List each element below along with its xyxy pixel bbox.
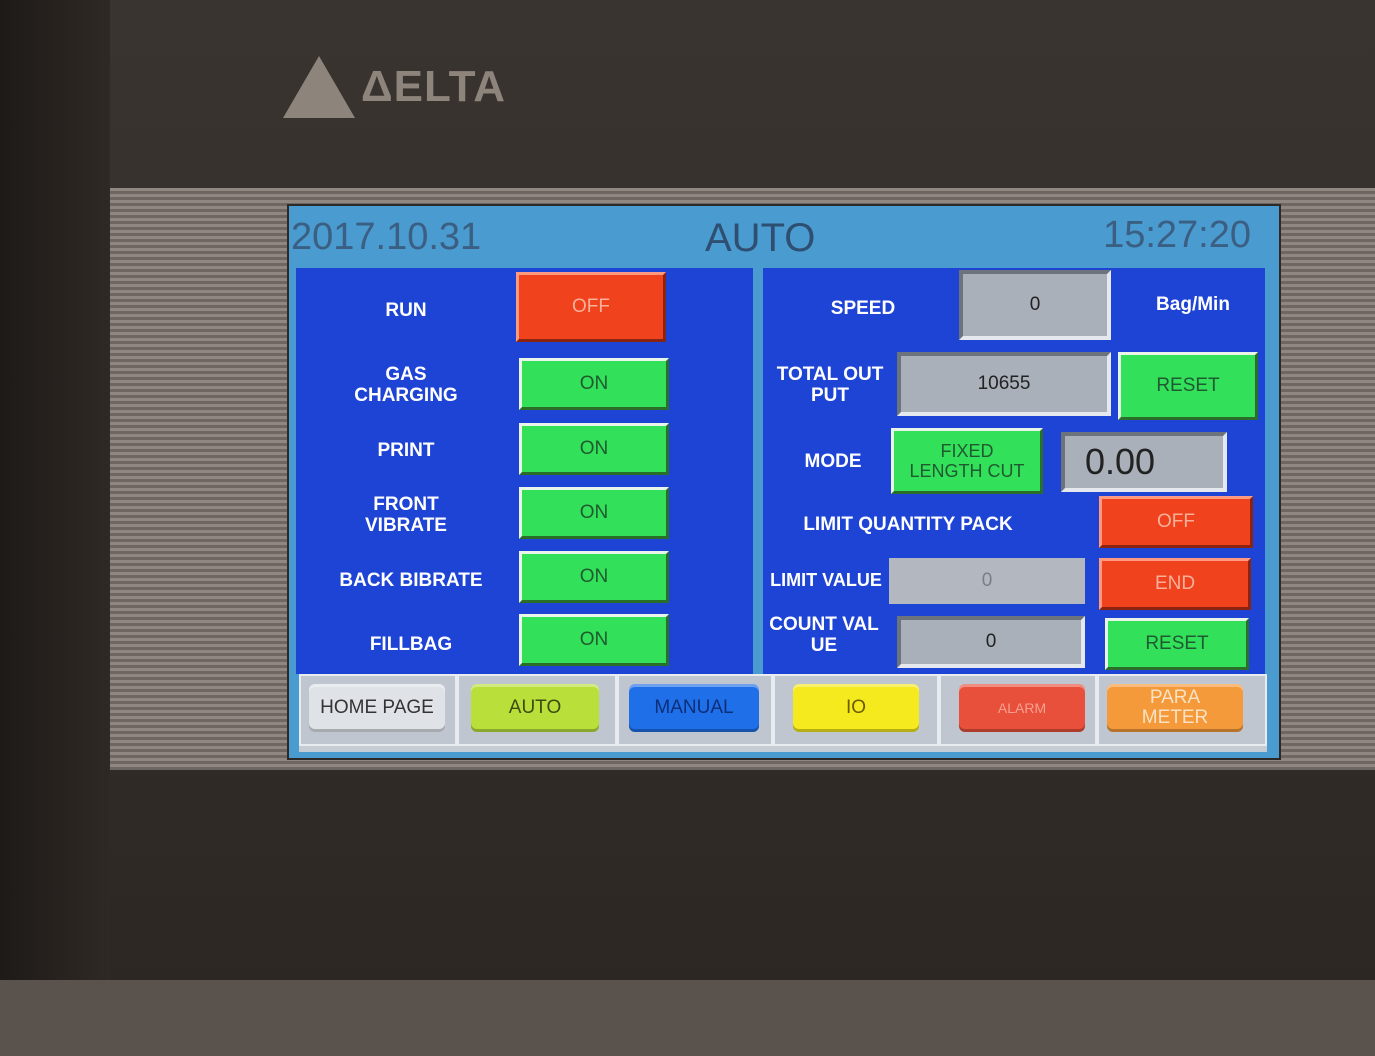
bezel-bottom-band: [0, 980, 1375, 1056]
nav-auto-button[interactable]: AUTO: [471, 684, 599, 732]
cut-length-input[interactable]: 0.00: [1061, 432, 1227, 492]
time-display: 15:27:20: [1103, 214, 1251, 256]
limit-value-label: LIMIT VALUE: [770, 570, 882, 590]
nav-home-page-button[interactable]: HOME PAGE: [309, 684, 445, 732]
run-toggle-button[interactable]: OFF: [516, 272, 666, 342]
nav-parameter-button[interactable]: PARA METER: [1107, 684, 1243, 732]
count-value-field: 0: [897, 616, 1085, 668]
fillbag-label: FILLBAG: [369, 634, 453, 655]
total-output-value-field: 10655: [897, 352, 1111, 416]
fillbag-toggle-button[interactable]: ON: [519, 614, 669, 666]
print-toggle-button[interactable]: ON: [519, 423, 669, 475]
front-vibrate-label: FRONT VIBRATE: [365, 494, 447, 536]
front-vibrate-toggle-button[interactable]: ON: [519, 487, 669, 539]
brand-logo: ΔELTA: [283, 52, 506, 122]
limit-end-button[interactable]: END: [1099, 558, 1251, 610]
gas-charging-label: GAS CHARGING: [354, 364, 458, 406]
mode-label: MODE: [804, 451, 862, 472]
count-value-label: COUNT VAL UE: [769, 614, 879, 656]
nav-alarm-button[interactable]: ALARM: [959, 684, 1085, 732]
nav-io-button[interactable]: IO: [793, 684, 919, 732]
gas-charging-toggle-button[interactable]: ON: [519, 358, 669, 410]
brand-name: ΔELTA: [361, 62, 506, 111]
production-panel: SPEED 0 Bag/Min TOTAL OUT PUT 10655 RESE…: [763, 268, 1265, 674]
nav-manual-button[interactable]: MANUAL: [629, 684, 759, 732]
date-display: 2017.10.31: [291, 216, 482, 258]
limit-quantity-pack-toggle-button[interactable]: OFF: [1099, 496, 1253, 548]
back-bibrate-label: BACK BIBRATE: [339, 570, 483, 591]
machine-functions-panel: RUN OFF GAS CHARGING ON PRINT ON FRONT V…: [296, 268, 753, 674]
delta-triangle-icon: [283, 56, 355, 118]
limit-value-input[interactable]: 0: [889, 558, 1085, 604]
speed-value-field: 0: [959, 270, 1111, 340]
run-label: RUN: [385, 300, 427, 321]
navigation-bar: HOME PAGE AUTO MANUAL IO ALARM PARA METE…: [299, 674, 1267, 752]
speed-label: SPEED: [830, 298, 896, 319]
count-value-reset-button[interactable]: RESET: [1105, 618, 1249, 670]
page-title: AUTO: [705, 216, 816, 260]
limit-quantity-pack-label: LIMIT QUANTITY PACK: [803, 514, 1013, 535]
print-label: PRINT: [377, 440, 435, 461]
speed-unit-label: Bag/Min: [1156, 294, 1230, 315]
status-bar: 2017.10.31 AUTO 15:27:20: [289, 206, 1279, 266]
hmi-screen: 2017.10.31 AUTO 15:27:20 RUN OFF GAS CHA…: [287, 204, 1281, 760]
back-bibrate-toggle-button[interactable]: ON: [519, 551, 669, 603]
fixed-length-cut-button[interactable]: FIXED LENGTH CUT: [891, 428, 1043, 494]
total-output-label: TOTAL OUT PUT: [776, 364, 884, 406]
bezel-left-edge: [0, 0, 110, 1056]
total-output-reset-button[interactable]: RESET: [1118, 352, 1258, 420]
